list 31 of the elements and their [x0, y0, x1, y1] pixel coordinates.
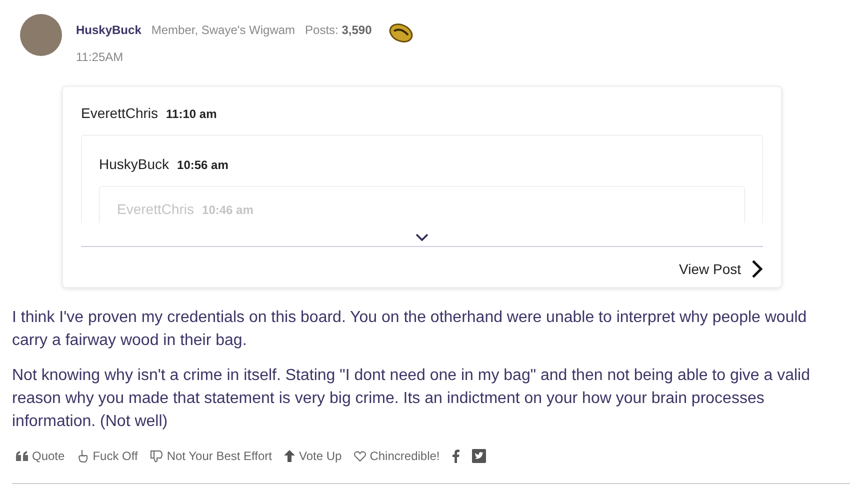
view-post-link[interactable]: View Post	[679, 259, 763, 279]
quote-author: EverettChris	[117, 201, 194, 217]
share-link[interactable]	[452, 449, 460, 463]
reaction-link[interactable]: Quote	[16, 449, 65, 463]
quote-author: EverettChris	[81, 105, 158, 121]
post-time: 11:25AM	[76, 50, 124, 64]
quote-time: 10:46 am	[202, 203, 254, 217]
reaction-link[interactable]: Not Your Best Effort	[150, 449, 272, 463]
quote-time: 10:56 am	[177, 158, 228, 172]
hand-icon	[76, 449, 89, 463]
avatar[interactable]	[20, 14, 62, 56]
reaction-link[interactable]: Vote Up	[284, 449, 342, 463]
chevron-right-icon	[751, 259, 763, 279]
reaction-link[interactable]: Chincredible!	[354, 449, 440, 463]
heart-icon	[354, 450, 366, 462]
quote-time: 11:10 am	[166, 107, 217, 121]
reaction-link[interactable]: Fuck Off	[76, 449, 138, 463]
chevron-down-icon[interactable]	[415, 233, 429, 242]
share-link[interactable]	[472, 449, 486, 463]
arrow-up-icon	[284, 450, 296, 462]
quote-icon	[16, 451, 28, 461]
quote-author: HuskyBuck	[99, 156, 170, 172]
post-paragraph: Not knowing why isn't a crime in itself. Stating "I dont need one in my bag" and then not being able to give a valid reason why you made that statement is very big crime. Its an indictment on your how your brain processes information. (Not well)	[12, 366, 811, 432]
post-count: Posts: 3,590	[305, 23, 372, 37]
football-icon	[388, 22, 414, 44]
facebook-icon	[452, 449, 460, 463]
post-paragraph: I think I've proven my credentials on this board. You on the otherhand were unable to interpret why people would carry a fairway wood in their bag.	[12, 308, 808, 351]
twitter-icon	[472, 449, 486, 463]
thumbs-down-icon	[150, 450, 163, 462]
author-name[interactable]: HuskyBuck	[76, 23, 142, 37]
member-rank: Member, Swaye's Wigwam	[151, 23, 296, 37]
